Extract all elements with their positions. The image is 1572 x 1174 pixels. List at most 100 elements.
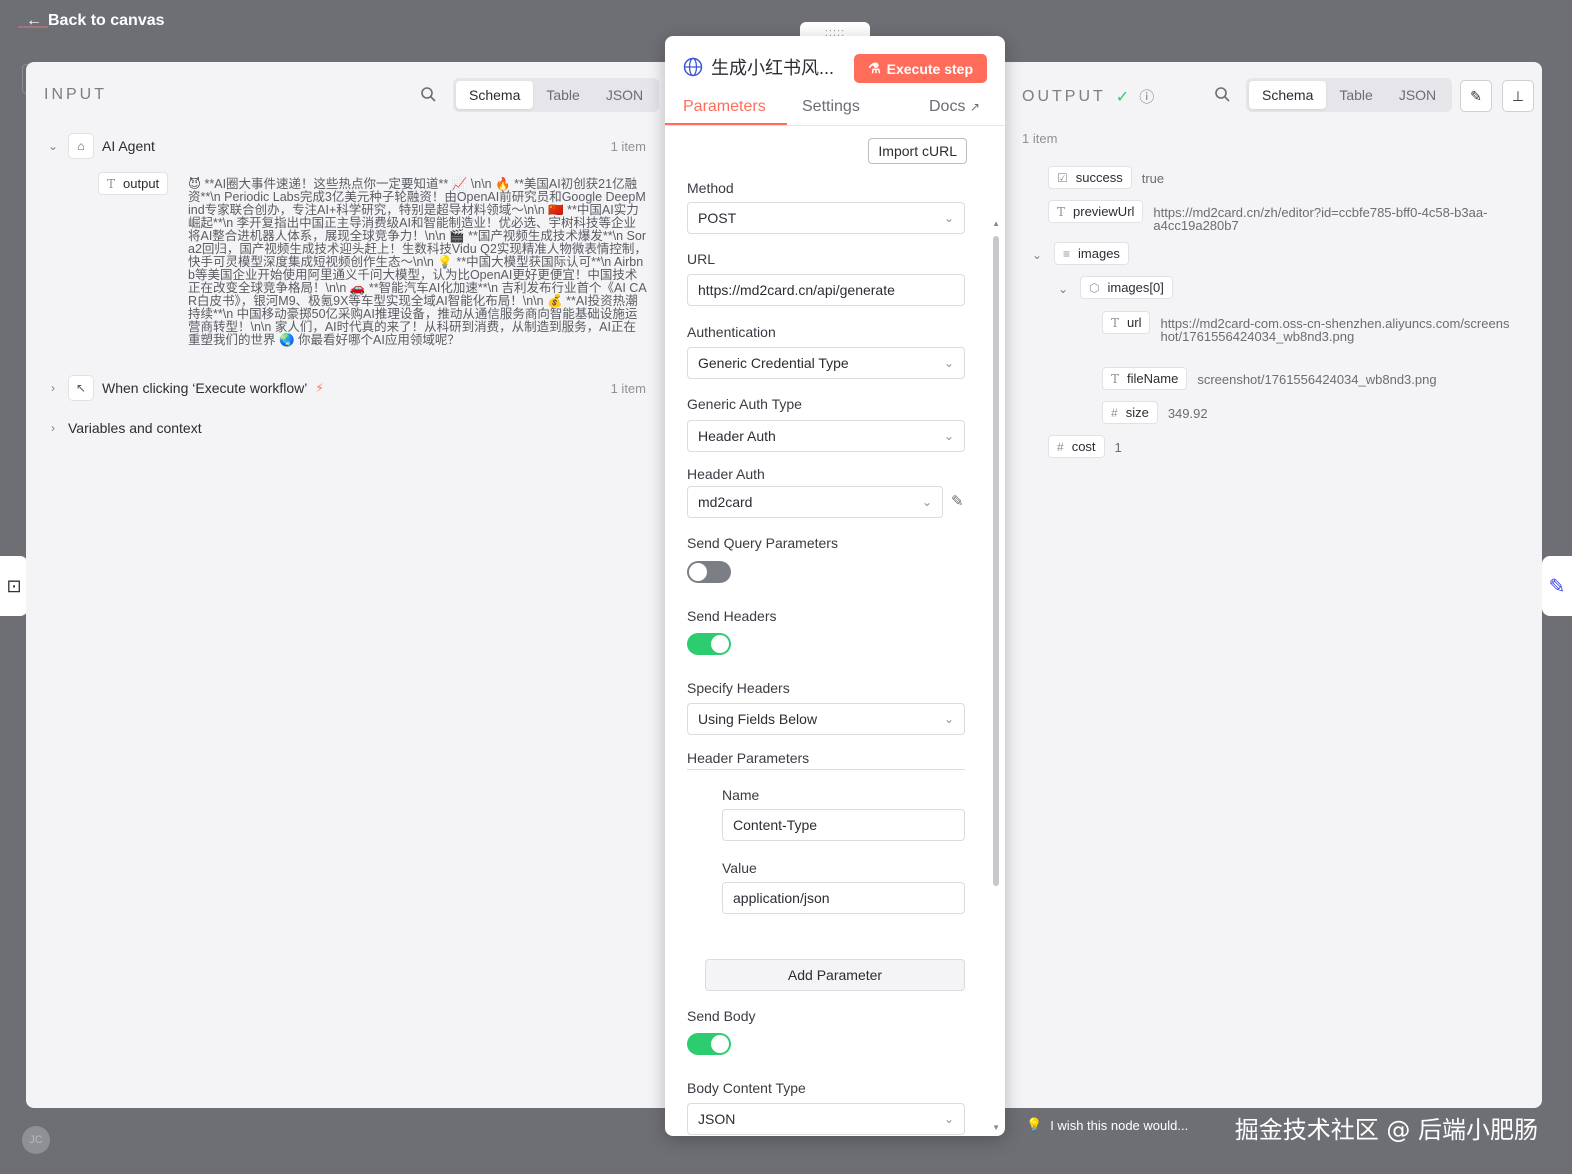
trigger-count: 1 item (610, 381, 646, 396)
specify-headers-label: Specify Headers (687, 680, 790, 696)
output-header: OUTPUT ✓ ⓘ (1022, 86, 1154, 107)
send-query-toggle[interactable] (687, 561, 731, 583)
ai-agent-row[interactable]: ⌄ ⌂ AI Agent (46, 133, 155, 159)
output-field-label: output (123, 176, 160, 191)
node-title[interactable]: 生成小红书风... (711, 54, 834, 80)
header-value-label: Value (722, 860, 757, 876)
execute-step-button[interactable]: ⚗ Execute step (854, 54, 987, 83)
tab-docs[interactable]: Docs ↗ (929, 98, 980, 116)
generic-auth-select[interactable]: Header Auth ⌄ (687, 420, 965, 452)
right-node-tab[interactable]: ✎ (1542, 556, 1572, 616)
generic-auth-value: Header Auth (698, 428, 776, 444)
search-icon[interactable] (1214, 86, 1230, 102)
authentication-label: Authentication (687, 324, 776, 340)
variables-row[interactable]: › Variables and context (46, 420, 202, 436)
search-icon[interactable] (420, 86, 436, 102)
images-row[interactable]: ⌄ ≡ images (1030, 242, 1129, 265)
number-type-icon: # (1057, 439, 1064, 454)
authentication-value: Generic Credential Type (698, 355, 849, 371)
url-input[interactable]: https://md2card.cn/api/generate (687, 274, 965, 306)
chevron-down-icon: ⌄ (1031, 248, 1043, 262)
pen-icon: ✎ (1548, 575, 1566, 598)
lightning-icon: ⚡ (315, 381, 324, 395)
globe-icon (683, 57, 703, 77)
cursor-icon: ↖ (68, 375, 94, 401)
active-tab-indicator (665, 123, 787, 125)
scroll-up-arrow[interactable]: ▲ (992, 219, 1000, 228)
chevron-right-icon: › (51, 421, 55, 435)
chevron-down-icon: ⌄ (943, 1112, 954, 1126)
execute-step-label: Execute step (886, 60, 973, 77)
header-value-input[interactable]: application/json (722, 882, 965, 914)
header-value-value: application/json (733, 890, 830, 906)
success-check-icon: ✓ (1115, 88, 1130, 106)
send-body-toggle[interactable] (687, 1033, 731, 1055)
header-parameters-divider (687, 769, 965, 770)
header-auth-value: md2card (698, 494, 753, 510)
lightbulb-icon: 💡 (1026, 1117, 1043, 1132)
robot-icon: ⊡ (6, 575, 22, 596)
method-select[interactable]: POST ⌄ (687, 202, 965, 234)
cost-row: # cost 1 (1048, 435, 1122, 458)
output-view-switcher: Schema Table JSON (1246, 78, 1453, 112)
specify-headers-value: Using Fields Below (698, 711, 818, 727)
filename-row: TfileName screenshot/1761556424034_wb8nd… (1102, 367, 1437, 390)
back-to-canvas-link[interactable]: ← Back to canvas (26, 12, 165, 30)
images-item-row[interactable]: ⌄ ⬡ images[0] (1056, 276, 1173, 299)
chevron-down-icon: ⌄ (921, 495, 932, 509)
body-content-type-select[interactable]: JSON ⌄ (687, 1103, 965, 1135)
parameters-panel: 生成小红书风... ⚗ Execute step Parameters Sett… (665, 36, 1005, 1136)
variables-label: Variables and context (68, 420, 202, 436)
node-tabs: Parameters Settings Docs ↗ (665, 94, 1005, 126)
import-curl-button[interactable]: Import cURL (868, 138, 967, 164)
text-type-icon: T (1111, 371, 1120, 386)
filename-value: screenshot/1761556424034_wb8nd3.png (1197, 372, 1437, 387)
pin-output-button[interactable]: ⊥ (1502, 80, 1534, 112)
ai-agent-count: 1 item (610, 139, 646, 154)
chevron-down-icon: ⌄ (1057, 282, 1069, 296)
add-parameter-button[interactable]: Add Parameter (705, 959, 965, 991)
url-key: url (1127, 315, 1142, 330)
scroll-down-arrow[interactable]: ▼ (992, 1123, 1000, 1132)
specify-headers-select[interactable]: Using Fields Below ⌄ (687, 703, 965, 735)
chevron-down-icon: ⌄ (47, 139, 59, 153)
flask-icon: ⚗ (868, 60, 881, 76)
output-label: OUTPUT (1022, 87, 1106, 105)
parameters-scroll: ▲ ▼ Import cURL Method POST ⌄ URL https:/… (665, 126, 1005, 1136)
output-count: 1 item (1022, 131, 1058, 146)
text-type-icon: T (107, 176, 116, 191)
send-headers-label: Send Headers (687, 608, 777, 624)
authentication-select[interactable]: Generic Credential Type ⌄ (687, 347, 965, 379)
output-panel: OUTPUT ✓ ⓘ Schema Table JSON ✎ ⊥ 1 item … (1004, 62, 1542, 1108)
output-view-schema[interactable]: Schema (1249, 81, 1327, 109)
tab-settings[interactable]: Settings (802, 98, 860, 116)
output-view-table[interactable]: Table (1326, 81, 1385, 109)
left-node-tab[interactable]: ⊡ (0, 556, 28, 616)
header-name-label: Name (722, 787, 760, 803)
chevron-down-icon: ⌄ (943, 712, 954, 726)
input-view-schema[interactable]: Schema (456, 81, 534, 109)
trigger-label: When clicking ‘Execute workflow’ (102, 380, 308, 396)
send-query-label: Send Query Parameters (687, 535, 838, 551)
trigger-row[interactable]: › ↖ When clicking ‘Execute workflow’ ⚡ (46, 375, 324, 401)
header-auth-select[interactable]: md2card ⌄ (687, 486, 943, 518)
url-label: URL (687, 251, 716, 267)
ai-agent-label: AI Agent (102, 138, 155, 154)
header-name-input[interactable]: Content-Type (722, 809, 965, 841)
scrollbar[interactable] (993, 236, 999, 886)
robot-icon: ⌂ (68, 133, 94, 159)
input-view-table[interactable]: Table (533, 81, 592, 109)
pin-icon: ⊥ (1511, 87, 1525, 104)
generic-auth-label: Generic Auth Type (687, 396, 802, 412)
info-icon[interactable]: ⓘ (1139, 86, 1154, 107)
header-auth-label: Header Auth (687, 466, 765, 482)
input-view-json[interactable]: JSON (593, 81, 656, 109)
send-headers-toggle[interactable] (687, 633, 731, 655)
feedback-link[interactable]: 💡 I wish this node would... (1026, 1117, 1188, 1133)
edit-output-button[interactable]: ✎ (1460, 80, 1492, 112)
avatar[interactable]: JC (22, 1126, 50, 1154)
edit-credential-pencil-icon[interactable]: ✎ (951, 492, 964, 510)
tab-parameters[interactable]: Parameters (683, 98, 766, 116)
size-row: # size 349.92 (1102, 401, 1208, 424)
output-view-json[interactable]: JSON (1386, 81, 1449, 109)
